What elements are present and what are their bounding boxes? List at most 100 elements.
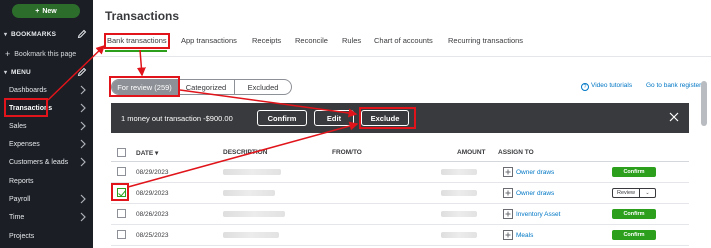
play-icon: ? [581, 83, 589, 91]
pencil-icon[interactable] [77, 29, 87, 39]
category-icon [503, 167, 513, 177]
category-icon [503, 209, 513, 219]
edit-button[interactable]: Edit [314, 110, 354, 126]
annotation-highlight-transactions [4, 98, 48, 117]
active-tab-indicator [105, 50, 167, 52]
assign-account-link[interactable]: Inventory Asset [516, 211, 560, 218]
row-date: 08/26/2023 [136, 211, 169, 218]
chevron-right-icon [80, 85, 86, 95]
chevron-down-icon[interactable]: ⌄ [640, 190, 655, 196]
sidebar-item-label: Reports [9, 177, 34, 185]
sidebar-item-payroll[interactable]: Payroll [0, 190, 93, 208]
sidebar-item-projects[interactable]: Projects [0, 227, 93, 245]
redacted-description [223, 169, 281, 175]
column-from-to: FROM/TO [332, 149, 362, 156]
plus-icon: + [35, 7, 40, 15]
chevron-right-icon [80, 139, 86, 149]
sidebar-item-sales[interactable]: Sales [0, 117, 93, 135]
annotation-highlight-for-review [109, 76, 180, 97]
sidebar-item-label: Dashboards [9, 86, 47, 94]
chevron-down-icon: ▾ [4, 69, 8, 76]
sidebar-item-expenses[interactable]: Expenses [0, 135, 93, 153]
filter-excluded[interactable]: Excluded [235, 80, 291, 94]
sidebar-item-label: Sales [9, 122, 27, 130]
row-date: 08/25/2023 [136, 232, 169, 239]
redacted-amount [441, 211, 477, 217]
row-review-split-button[interactable]: Review ⌄ [612, 188, 656, 198]
redacted-amount [441, 232, 477, 238]
column-description: DESCRIPTION [223, 149, 268, 156]
column-date-label: DATE [136, 150, 154, 157]
sidebar-item-label: Projects [9, 232, 35, 240]
sidebar: + New ▾ BOOKMARKS + Bookmark this page ▾… [0, 0, 93, 248]
redacted-amount [441, 190, 477, 196]
select-all-checkbox[interactable] [117, 148, 126, 157]
redacted-description [223, 211, 285, 217]
close-icon[interactable] [669, 112, 679, 122]
row-checkbox[interactable] [117, 230, 126, 239]
divider [93, 56, 711, 57]
chevron-right-icon [80, 157, 86, 167]
row-date: 08/29/2023 [136, 190, 169, 197]
selection-summary: 1 money out transaction -$900.00 [121, 114, 233, 123]
assign-account-link[interactable]: Owner draws [516, 169, 554, 176]
table-row: 08/29/2023 Owner draws Confirm [111, 162, 689, 183]
sidebar-item-time[interactable]: Time [0, 208, 93, 226]
confirm-button[interactable]: Confirm [257, 110, 307, 126]
new-button[interactable]: + New [12, 4, 80, 18]
table-row: 08/26/2023 Inventory Asset Confirm [111, 204, 689, 225]
row-confirm-button[interactable]: Confirm [612, 167, 656, 177]
category-icon [503, 230, 513, 240]
sidebar-item-label: Time [9, 213, 25, 221]
tab-rules[interactable]: Rules [342, 36, 361, 45]
tab-reconcile[interactable]: Reconcile [295, 36, 328, 45]
chevron-down-icon: ▾ [4, 31, 8, 38]
chevron-right-icon [80, 212, 86, 222]
annotation-highlight-checkbox [111, 183, 129, 201]
redacted-description [223, 190, 275, 196]
go-to-bank-register-link[interactable]: Go to bank register [646, 82, 701, 89]
new-button-label: New [42, 7, 57, 15]
assign-account-link[interactable]: Meals [516, 232, 533, 239]
tab-chart-of-accounts[interactable]: Chart of accounts [374, 36, 433, 45]
pencil-icon[interactable] [77, 67, 87, 77]
tab-receipts[interactable]: Receipts [252, 36, 281, 45]
row-checkbox[interactable] [117, 209, 126, 218]
column-amount: AMOUNT [457, 149, 486, 156]
column-date[interactable]: DATE ▾ [136, 149, 158, 157]
bookmarks-section-header[interactable]: ▾ BOOKMARKS [0, 26, 93, 42]
column-assign-to: ASSIGN TO [498, 149, 534, 156]
table-header: DATE ▾ DESCRIPTION FROM/TO AMOUNT ASSIGN… [111, 144, 689, 162]
filter-categorized[interactable]: Categorized [178, 80, 235, 94]
category-icon [503, 188, 513, 198]
sort-down-icon: ▾ [155, 150, 159, 157]
video-tutorials-label: Video tutorials [591, 82, 633, 89]
sidebar-item-customers-leads[interactable]: Customers & leads [0, 153, 93, 171]
row-confirm-button[interactable]: Confirm [612, 230, 656, 240]
annotation-highlight-bank-tab [104, 33, 170, 49]
tab-app-transactions[interactable]: App transactions [181, 36, 237, 45]
row-checkbox[interactable] [117, 167, 126, 176]
redacted-description [223, 232, 279, 238]
bookmark-this-page[interactable]: + Bookmark this page [0, 47, 93, 61]
menu-section-header[interactable]: ▾ MENU [0, 64, 93, 80]
plus-icon: + [5, 49, 11, 59]
scrollbar[interactable] [701, 81, 707, 126]
tab-recurring-transactions[interactable]: Recurring transactions [448, 36, 523, 45]
table-row: 08/25/2023 Meals Confirm [111, 225, 689, 246]
redacted-amount [441, 169, 477, 175]
bookmark-this-page-label: Bookmark this page [14, 50, 77, 58]
sidebar-item-dashboards[interactable]: Dashboards [0, 81, 93, 99]
sidebar-item-reports[interactable]: Reports [0, 172, 93, 190]
sidebar-item-label: Expenses [9, 140, 40, 148]
chevron-right-icon [80, 194, 86, 204]
video-tutorials-link[interactable]: ? Video tutorials [581, 82, 632, 91]
assign-account-link[interactable]: Owner draws [516, 190, 554, 197]
bookmarks-label: BOOKMARKS [11, 30, 57, 38]
row-review-button[interactable]: Review [613, 189, 640, 197]
table-row: 08/29/2023 Owner draws Review ⌄ [111, 183, 689, 204]
chevron-right-icon [80, 121, 86, 131]
menu-label: MENU [11, 68, 31, 76]
chevron-right-icon [80, 103, 86, 113]
row-confirm-button[interactable]: Confirm [612, 209, 656, 219]
